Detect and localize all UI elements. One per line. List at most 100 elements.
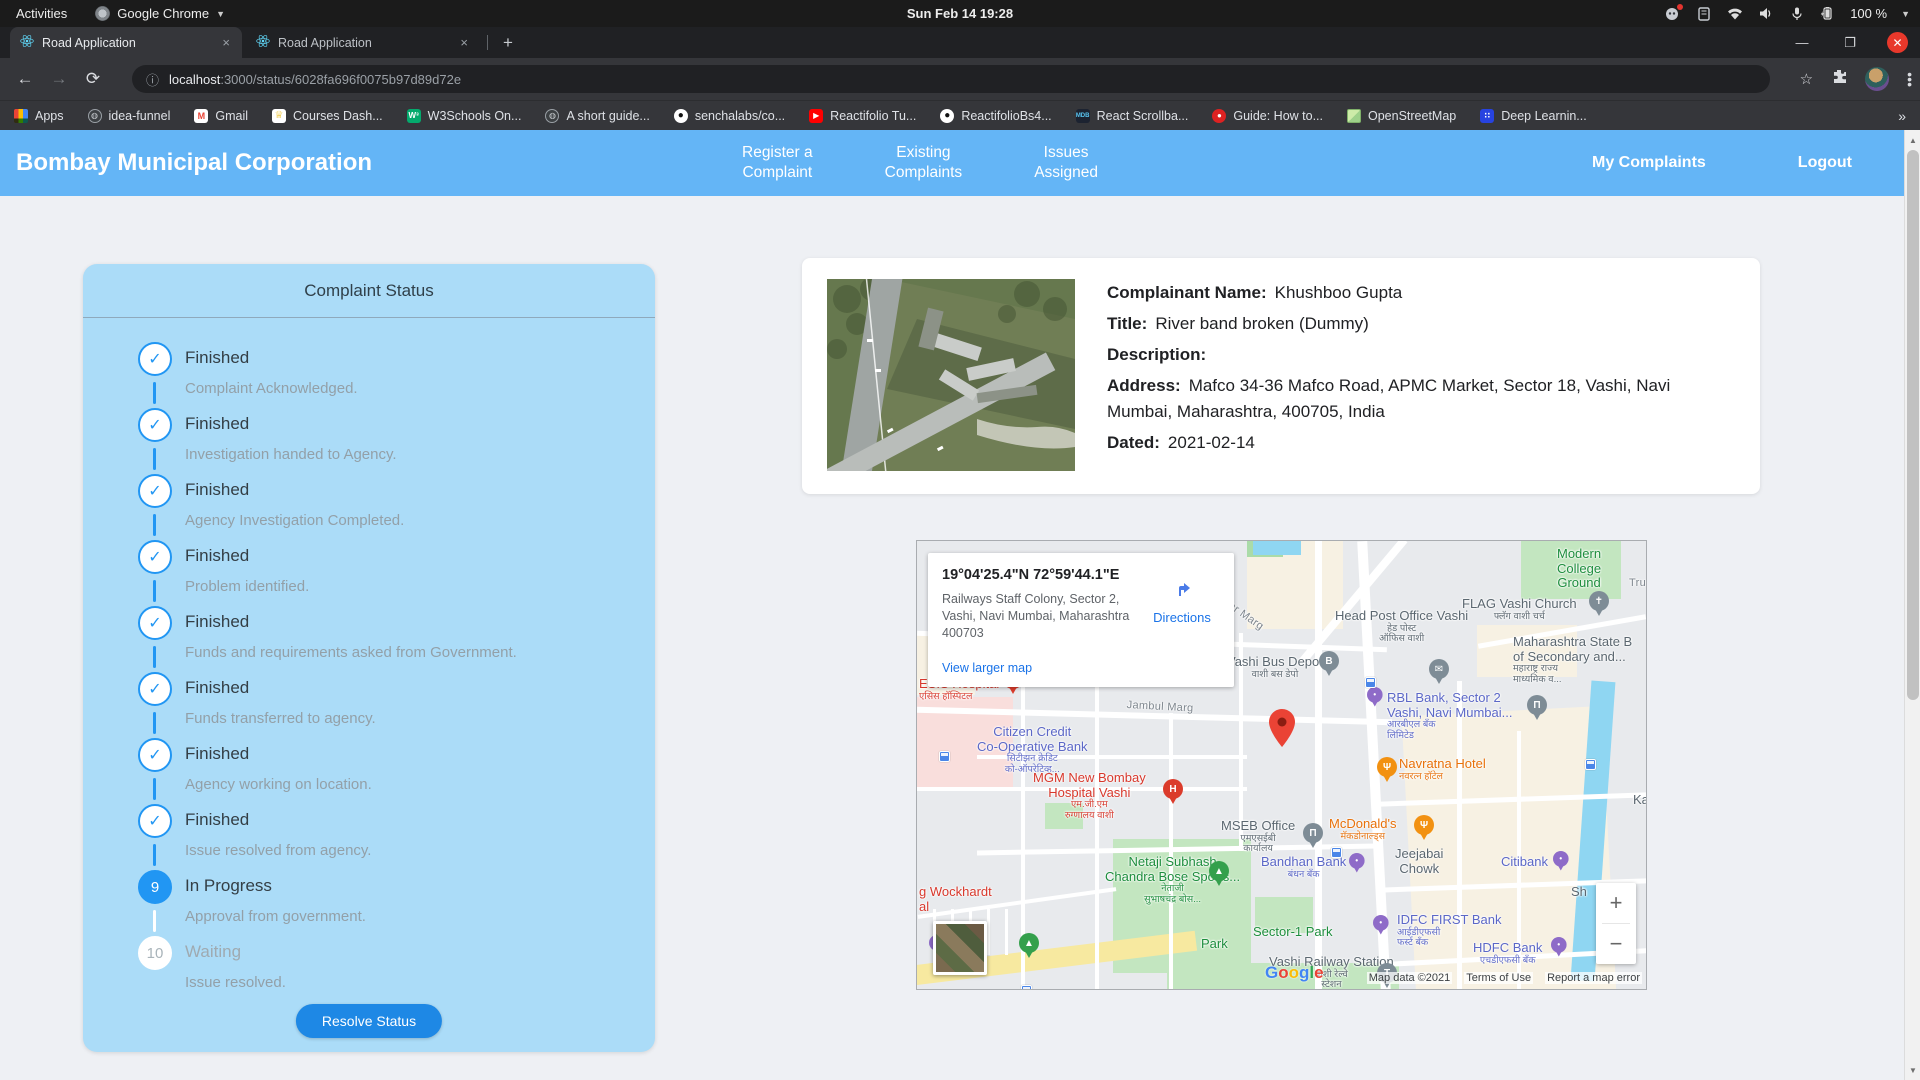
- nav-item-issues[interactable]: IssuesAssigned: [1034, 143, 1098, 183]
- bookmark-item[interactable]: W³W3Schools On...: [407, 109, 522, 123]
- depot-pin: B: [1319, 651, 1339, 677]
- step-title: Finished: [185, 810, 249, 830]
- system-top-bar: Activities Google Chrome ▼ Sun Feb 14 19…: [0, 0, 1920, 27]
- zoom-out-button[interactable]: −: [1596, 924, 1636, 964]
- label-line: MSEB Office: [1221, 819, 1295, 834]
- bookmark-label: OpenStreetMap: [1368, 109, 1456, 123]
- system-menu-chevron-icon[interactable]: ▼: [1901, 9, 1910, 19]
- bookmark-item[interactable]: ♕Courses Dash...: [272, 109, 383, 123]
- bookmark-item[interactable]: ∷Deep Learnin...: [1480, 109, 1586, 123]
- bookmark-item[interactable]: ▶Reactifolio Tu...: [809, 109, 916, 123]
- bookmark-item[interactable]: MDBReact Scrollba...: [1076, 109, 1189, 123]
- minimize-button[interactable]: —: [1791, 35, 1813, 50]
- label-line: Modern: [1557, 547, 1601, 562]
- camera-pin: •: [1551, 937, 1567, 957]
- wifi-icon[interactable]: [1726, 6, 1743, 21]
- new-tab-button[interactable]: +: [496, 31, 520, 55]
- microphone-icon[interactable]: [1788, 6, 1805, 21]
- page-scrollbar[interactable]: ▲ ▼: [1904, 130, 1920, 1080]
- view-larger-map-link[interactable]: View larger map: [942, 661, 1032, 675]
- crown-icon: ♕: [272, 109, 286, 123]
- directions-label: Directions: [1146, 610, 1218, 625]
- bookmark-star-icon[interactable]: ☆: [1800, 70, 1813, 88]
- bookmarks-overflow-chevron[interactable]: »: [1898, 108, 1906, 124]
- bookmark-item[interactable]: ◍idea-funnel: [88, 109, 171, 123]
- bookmark-item[interactable]: OpenStreetMap: [1347, 109, 1456, 123]
- label-line: RBL Bank, Sector 2: [1387, 691, 1512, 706]
- screen: Activities Google Chrome ▼ Sun Feb 14 19…: [0, 0, 1920, 1080]
- clock[interactable]: Sun Feb 14 19:28: [907, 6, 1013, 21]
- step-title: Finished: [185, 546, 249, 566]
- status-step: ✓FinishedInvestigation handed to Agency.: [83, 408, 655, 474]
- map-label-mcdonald-s: McDonald'sमॅकडोनाल्ड्स: [1329, 817, 1397, 842]
- nav-item-my-complaints[interactable]: My Complaints: [1592, 153, 1706, 173]
- nav-item-register-a[interactable]: Register aComplaint: [742, 143, 813, 183]
- map-label-jeejabai: JeejabaiChowk: [1395, 847, 1443, 876]
- report-map-error-link[interactable]: Report a map error: [1545, 972, 1642, 984]
- bookmark-label: A short guide...: [566, 109, 649, 123]
- battery-icon[interactable]: [1819, 6, 1836, 21]
- back-button[interactable]: ←: [8, 69, 42, 89]
- google-logo-letter: e: [1314, 963, 1323, 982]
- map-marker[interactable]: [1269, 709, 1295, 747]
- browser-tab[interactable]: Road Application×: [10, 27, 242, 58]
- post-pin-glyph: ✉: [1429, 659, 1449, 679]
- bookmark-item[interactable]: Apps: [14, 109, 64, 123]
- check-icon: ✓: [138, 606, 172, 640]
- label-line: Jeejabai: [1395, 847, 1443, 862]
- scroll-up-arrow[interactable]: ▲: [1905, 132, 1920, 148]
- scrollbar-thumb[interactable]: [1907, 150, 1919, 700]
- resolve-status-button[interactable]: Resolve Status: [296, 1004, 442, 1038]
- extensions-puzzle-icon[interactable]: [1831, 69, 1847, 90]
- github-icon: ●: [940, 109, 954, 123]
- volume-icon[interactable]: [1757, 6, 1774, 21]
- check-icon: ✓: [138, 342, 172, 376]
- notebook-tray-icon[interactable]: [1695, 6, 1712, 21]
- food-pin: Ψ: [1414, 815, 1434, 841]
- label-line: Sh: [1571, 885, 1587, 900]
- profile-avatar[interactable]: [1865, 67, 1889, 91]
- bookmark-item[interactable]: ●senchalabs/co...: [674, 109, 785, 123]
- bus-stop-icon: [1021, 985, 1032, 990]
- app-menu[interactable]: Google Chrome ▼: [95, 6, 225, 21]
- step-description: Problem identified.: [185, 578, 309, 595]
- bookmark-item[interactable]: ◍A short guide...: [545, 109, 649, 123]
- forward-button[interactable]: →: [42, 69, 76, 89]
- post-pin: ✉: [1429, 659, 1449, 685]
- reload-button[interactable]: ⟳: [76, 69, 110, 89]
- site-info-icon[interactable]: ⓘ: [146, 70, 159, 89]
- activities-button[interactable]: Activities: [16, 6, 67, 21]
- nav-line2: Complaint: [742, 163, 813, 183]
- map-label-tru: Tru: [1629, 577, 1646, 589]
- bookmark-item[interactable]: ●Guide: How to...: [1212, 109, 1323, 123]
- satellite-view-thumbnail[interactable]: [933, 921, 987, 975]
- nav-line1: Register a: [742, 143, 813, 163]
- bookmark-item[interactable]: ●ReactifolioBs4...: [940, 109, 1051, 123]
- google-map-embed[interactable]: Dayanshwar MargJuhu Nagar RdJambul MargH…: [916, 540, 1647, 990]
- step-description: Investigation handed to Agency.: [185, 446, 397, 463]
- nav-item-logout[interactable]: Logout: [1798, 153, 1852, 173]
- chrome-menu-icon[interactable]: •••: [1907, 72, 1912, 87]
- step-title: Waiting: [185, 942, 241, 962]
- tab-close-icon[interactable]: ×: [458, 35, 470, 50]
- browser-tab[interactable]: Road Application×: [246, 27, 480, 58]
- map-label-vashi-bus-depot: Vashi Bus Depotवाशी बस डेपो: [1227, 655, 1323, 680]
- terms-of-use-link[interactable]: Terms of Use: [1464, 972, 1533, 984]
- map-label-navratna-hotel: Navratna Hotelनवरत्न हॉटेल: [1399, 757, 1486, 782]
- discord-tray-icon[interactable]: [1664, 6, 1681, 21]
- tab-close-icon[interactable]: ×: [220, 35, 232, 50]
- scroll-down-arrow[interactable]: ▼: [1905, 1062, 1920, 1078]
- directions-block[interactable]: Directions: [1146, 575, 1218, 625]
- map-label-park: Park: [1201, 937, 1228, 952]
- bookmark-label: idea-funnel: [109, 109, 171, 123]
- bookmark-item[interactable]: MGmail: [194, 109, 248, 123]
- label-line-devanagari: एचडीएफसी बँक: [1473, 956, 1542, 967]
- zoom-in-button[interactable]: +: [1596, 883, 1636, 923]
- label-line: of Secondary and...: [1513, 650, 1632, 665]
- close-button[interactable]: ✕: [1887, 32, 1908, 53]
- address-bar[interactable]: ⓘ localhost:3000/status/6028fa696f0075b9…: [132, 65, 1770, 93]
- nav-item-existing[interactable]: ExistingComplaints: [885, 143, 963, 183]
- maximize-button[interactable]: ❐: [1839, 35, 1861, 51]
- complaint-photo: [827, 279, 1075, 471]
- brand-title: Bombay Municipal Corporation: [16, 149, 372, 177]
